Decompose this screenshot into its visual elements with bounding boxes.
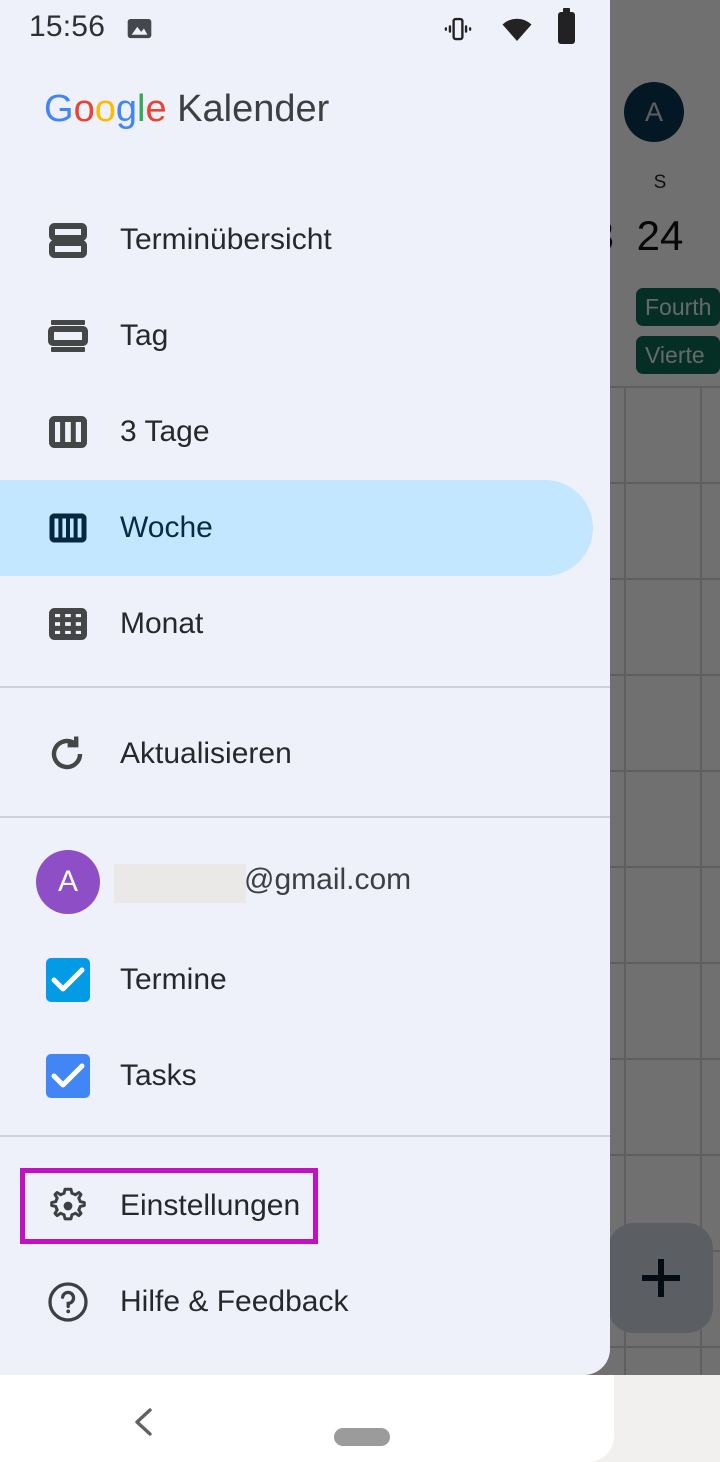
google-logo-letter: G [44,88,74,130]
drawer-item-label: Terminübersicht [120,223,332,256]
month-view-icon [44,600,92,648]
image-notification-icon [126,15,153,42]
drawer-item-label: Tag [120,319,169,352]
google-logo-letter: g [115,88,137,130]
account-email-domain: @gmail.com [244,863,412,896]
vibrate-icon [443,14,473,44]
gear-icon [44,1182,92,1230]
drawer-divider [0,686,610,688]
drawer-item-help-feedback[interactable]: Hilfe & Feedback [0,1254,610,1350]
system-navigation-bar [0,1375,720,1462]
drawer-item-schedule[interactable]: Terminübersicht [0,192,610,288]
wifi-icon [501,16,533,44]
drawer-item-label: 3 Tage [120,415,210,448]
drawer-item-month[interactable]: Monat [0,576,610,672]
drawer-item-refresh[interactable]: Aktualisieren [0,706,610,802]
drawer-item-three-days[interactable]: 3 Tage [0,384,610,480]
drawer-divider [0,816,610,818]
google-logo-letter: e [145,88,167,130]
app-name-label: Kalender [177,88,330,130]
week-view-icon [44,504,92,552]
avatar[interactable]: A [36,850,100,914]
drawer-item-label: Hilfe & Feedback [120,1285,349,1318]
drawer-account-row[interactable]: A @gmail.com [0,836,610,932]
refresh-icon [44,730,92,778]
checkbox-checked-icon[interactable] [46,958,90,1002]
drawer-toggle-events[interactable]: Termine [0,932,610,1028]
drawer-item-label: Aktualisieren [120,737,292,770]
drawer-item-label: Woche [120,511,213,544]
battery-icon [558,8,575,44]
drawer-item-week[interactable]: Woche [0,480,610,576]
navigation-bar-surface [0,1375,614,1462]
google-logo-letter: o [94,88,116,130]
drawer-divider [0,1135,610,1137]
status-bar-system-icons [410,0,610,55]
app-brand-title: Google Kalender [44,88,329,131]
drawer-item-label: Monat [120,607,204,640]
drawer-item-label: Einstellungen [120,1189,301,1222]
back-chevron-icon[interactable] [128,1405,162,1439]
help-circle-icon [44,1278,92,1326]
phone-screen: A S 3 24 Fourth Vierte [0,0,720,1462]
navigation-drawer: 15:56 Google Kalender Terminübersicht Ta… [0,0,610,1375]
schedule-icon [44,216,92,264]
drawer-toggle-label: Termine [120,963,227,996]
checkbox-checked-icon[interactable] [46,1054,90,1098]
home-pill-handle[interactable] [334,1428,390,1446]
drawer-item-day[interactable]: Tag [0,288,610,384]
drawer-toggle-tasks[interactable]: Tasks [0,1028,610,1124]
three-day-view-icon [44,408,92,456]
drawer-item-settings[interactable]: Einstellungen [0,1158,610,1254]
status-bar-clock: 15:56 [29,10,106,43]
google-logo-letter: o [73,88,95,130]
redacted-email-username [114,864,246,903]
drawer-toggle-label: Tasks [120,1059,197,1092]
day-view-icon [44,312,92,360]
